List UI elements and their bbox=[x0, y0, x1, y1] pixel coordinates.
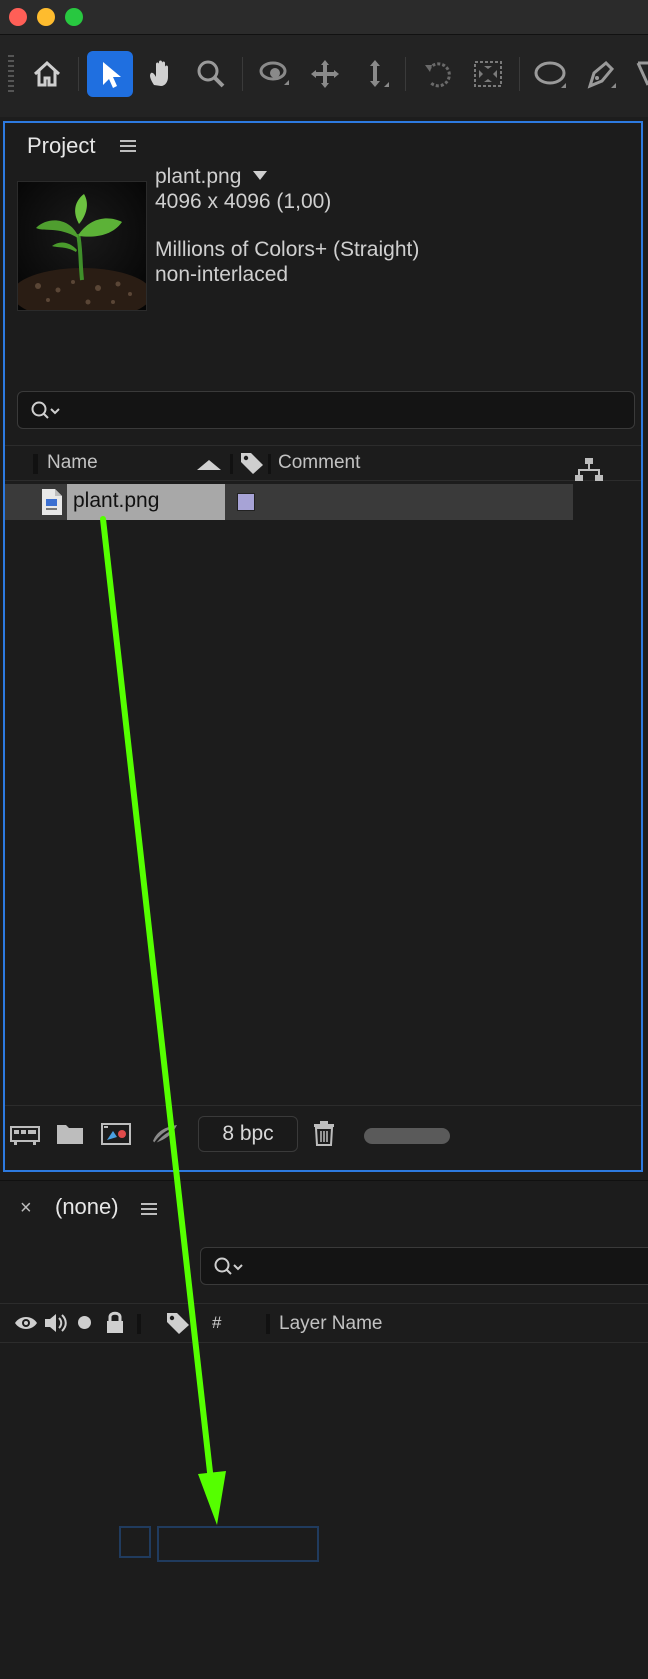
new-composition-icon[interactable] bbox=[99, 1113, 133, 1153]
timeline-panel: × (none) # Layer Name bbox=[0, 1180, 648, 1679]
footage-name-row[interactable]: plant.png bbox=[155, 165, 268, 189]
trash-icon[interactable] bbox=[311, 1113, 337, 1153]
name-column-header[interactable]: Name bbox=[47, 452, 98, 474]
orbit-camera-icon[interactable] bbox=[252, 51, 298, 97]
layer-search-input[interactable] bbox=[200, 1247, 648, 1285]
new-folder-icon[interactable] bbox=[55, 1113, 85, 1153]
search-icon bbox=[214, 1257, 243, 1275]
comment-column-header[interactable]: Comment bbox=[278, 452, 360, 474]
project-search-input[interactable] bbox=[17, 391, 635, 429]
bit-depth-button[interactable]: 8 bpc bbox=[198, 1116, 298, 1152]
drop-target-layer-box[interactable] bbox=[157, 1526, 319, 1562]
lock-icon[interactable] bbox=[104, 1309, 126, 1335]
item-name: plant.png bbox=[73, 489, 160, 512]
video-visibility-icon[interactable] bbox=[13, 1312, 39, 1334]
label-color-swatch[interactable] bbox=[237, 493, 255, 511]
pan-camera-icon[interactable] bbox=[302, 51, 348, 97]
label-tag-icon[interactable] bbox=[165, 1311, 191, 1335]
project-panel-title[interactable]: Project bbox=[27, 133, 95, 159]
dolly-camera-icon[interactable] bbox=[352, 51, 398, 97]
tools-toolbar bbox=[0, 35, 648, 117]
search-icon bbox=[31, 401, 60, 419]
selection-tool-icon[interactable] bbox=[87, 51, 133, 97]
project-panel: Project plant.png 4096 x 4096 (1,00) Mil… bbox=[3, 121, 643, 1172]
image-file-icon bbox=[42, 489, 62, 515]
column-divider[interactable] bbox=[268, 454, 271, 474]
panel-menu-icon[interactable] bbox=[120, 140, 136, 142]
project-column-header: Name Comment bbox=[5, 445, 641, 481]
rotate-tool-icon[interactable] bbox=[415, 51, 461, 97]
pen-tool-icon[interactable] bbox=[578, 51, 624, 97]
footage-name: plant.png bbox=[155, 165, 242, 188]
ellipse-tool-icon[interactable] bbox=[528, 51, 574, 97]
column-divider[interactable] bbox=[137, 1314, 141, 1334]
interpret-footage-icon[interactable] bbox=[7, 1113, 43, 1153]
audio-icon[interactable] bbox=[42, 1311, 70, 1335]
footage-color-depth: Millions of Colors+ (Straight) bbox=[155, 238, 420, 261]
panel-menu-icon[interactable] bbox=[141, 1203, 157, 1205]
composition-tab[interactable]: (none) bbox=[55, 1194, 119, 1220]
layer-number-header[interactable]: # bbox=[212, 1313, 221, 1333]
column-divider[interactable] bbox=[230, 454, 233, 474]
minimize-window-button[interactable] bbox=[37, 8, 55, 26]
column-divider[interactable] bbox=[266, 1314, 270, 1334]
pan-behind-icon[interactable] bbox=[465, 51, 511, 97]
footage-interlace: non-interlaced bbox=[155, 263, 289, 286]
column-divider[interactable] bbox=[33, 454, 38, 474]
flowchart-icon[interactable] bbox=[575, 457, 603, 483]
footage-dimensions: 4096 x 4096 (1,00) bbox=[155, 190, 332, 213]
thumbnail-size-slider[interactable] bbox=[364, 1128, 450, 1144]
caret-down-icon[interactable] bbox=[253, 171, 268, 180]
sort-ascending-icon[interactable] bbox=[197, 460, 221, 470]
layer-name-header[interactable]: Layer Name bbox=[279, 1313, 383, 1335]
window-title-bar bbox=[0, 0, 648, 35]
item-name-cell[interactable]: plant.png bbox=[67, 484, 225, 520]
solo-icon[interactable] bbox=[78, 1316, 91, 1329]
more-tools-icon[interactable] bbox=[636, 55, 648, 95]
close-icon[interactable]: × bbox=[20, 1197, 32, 1220]
drop-target-label-box[interactable] bbox=[119, 1526, 151, 1558]
label-tag-icon[interactable] bbox=[239, 451, 265, 475]
layer-column-header: # Layer Name bbox=[0, 1303, 648, 1343]
project-settings-icon[interactable] bbox=[149, 1113, 181, 1153]
close-window-button[interactable] bbox=[9, 8, 27, 26]
footage-thumbnail bbox=[17, 181, 147, 311]
toolbar-grip[interactable] bbox=[8, 55, 14, 93]
zoom-tool-icon[interactable] bbox=[188, 51, 234, 97]
hand-tool-icon[interactable] bbox=[138, 51, 184, 97]
project-item-row[interactable]: plant.png bbox=[5, 484, 641, 520]
home-icon[interactable] bbox=[24, 51, 70, 97]
zoom-window-button[interactable] bbox=[65, 8, 83, 26]
